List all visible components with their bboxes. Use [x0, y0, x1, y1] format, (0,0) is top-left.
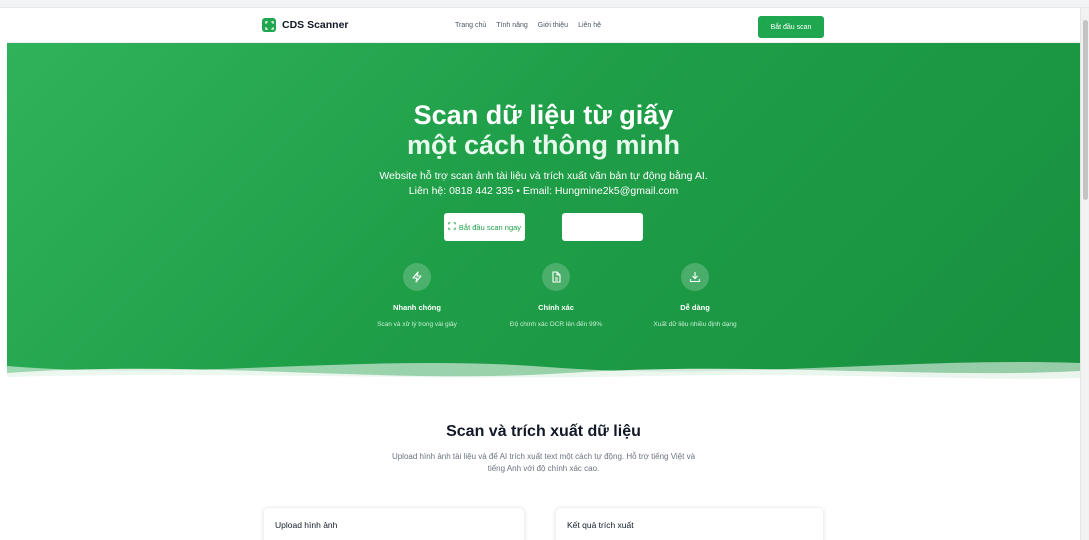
download-icon [681, 263, 709, 291]
feature-fast: Nhanh chóng Scan và xử lý trong vài giây [347, 263, 487, 328]
secondary-button[interactable] [562, 213, 643, 241]
hero-description: Website hỗ trợ scan ảnh tài liệu và tríc… [379, 170, 708, 182]
scrollbar-thumb[interactable] [1083, 20, 1088, 200]
hero-section: Scan dữ liệu từ giấy một cách thông minh… [7, 43, 1080, 388]
hero-subtitle: một cách thông minh [407, 130, 680, 160]
navbar: CDS Scanner Trang chủ Tính năng Giới thi… [7, 8, 1080, 43]
document-icon [542, 263, 570, 291]
feature-easy: Dễ dàng Xuất dữ liệu nhiều định dạng [625, 263, 765, 328]
page: CDS Scanner Trang chủ Tính năng Giới thi… [7, 8, 1080, 540]
start-scan-now-label: Bắt đầu scan ngay [458, 222, 522, 232]
start-scan-now-button[interactable]: Bắt đầu scan ngay [444, 213, 525, 241]
nav-link-features[interactable]: Tính năng [496, 22, 528, 29]
scan-icon [262, 18, 276, 32]
feature-desc: Độ chính xác OCR lên đến 99% [509, 321, 603, 328]
section-description: Upload hình ảnh tài liệu và để AI trích … [391, 452, 696, 473]
nav-link-home[interactable]: Trang chủ [455, 22, 486, 29]
feature-desc: Xuất dữ liệu nhiều định dạng [653, 321, 737, 328]
brand[interactable]: CDS Scanner [262, 18, 349, 32]
feature-title: Chính xác [538, 303, 574, 312]
upload-card-title: Upload hình ảnh [275, 520, 338, 530]
upload-card: Upload hình ảnh [263, 507, 525, 540]
scrollbar[interactable] [1080, 8, 1089, 540]
result-card-title: Kết quả trích xuất [567, 520, 634, 530]
hero-wave-decoration [7, 362, 1080, 388]
feature-accurate: Chính xác Độ chính xác OCR lên đến 99% [486, 263, 626, 328]
lightning-icon [403, 263, 431, 291]
browser-top-strip [0, 0, 1089, 8]
result-card: Kết quả trích xuất [555, 507, 824, 540]
feature-title: Nhanh chóng [393, 303, 441, 312]
start-scan-button[interactable]: Bắt đầu scan [758, 16, 824, 38]
nav-link-contact[interactable]: Liên hệ [578, 22, 601, 29]
scan-icon [448, 222, 456, 232]
hero-title: Scan dữ liệu từ giấy [413, 100, 674, 130]
hero-contact: Liên hệ: 0818 442 335 • Email: Hungmine2… [408, 185, 679, 197]
section-title: Scan và trích xuất dữ liệu [446, 423, 641, 440]
nav-links: Trang chủ Tính năng Giới thiệu Liên hệ [455, 22, 601, 29]
brand-name: CDS Scanner [282, 19, 349, 31]
nav-link-about[interactable]: Giới thiệu [538, 22, 568, 29]
feature-title: Dễ dàng [680, 303, 710, 312]
feature-desc: Scan và xử lý trong vài giây [377, 321, 457, 328]
